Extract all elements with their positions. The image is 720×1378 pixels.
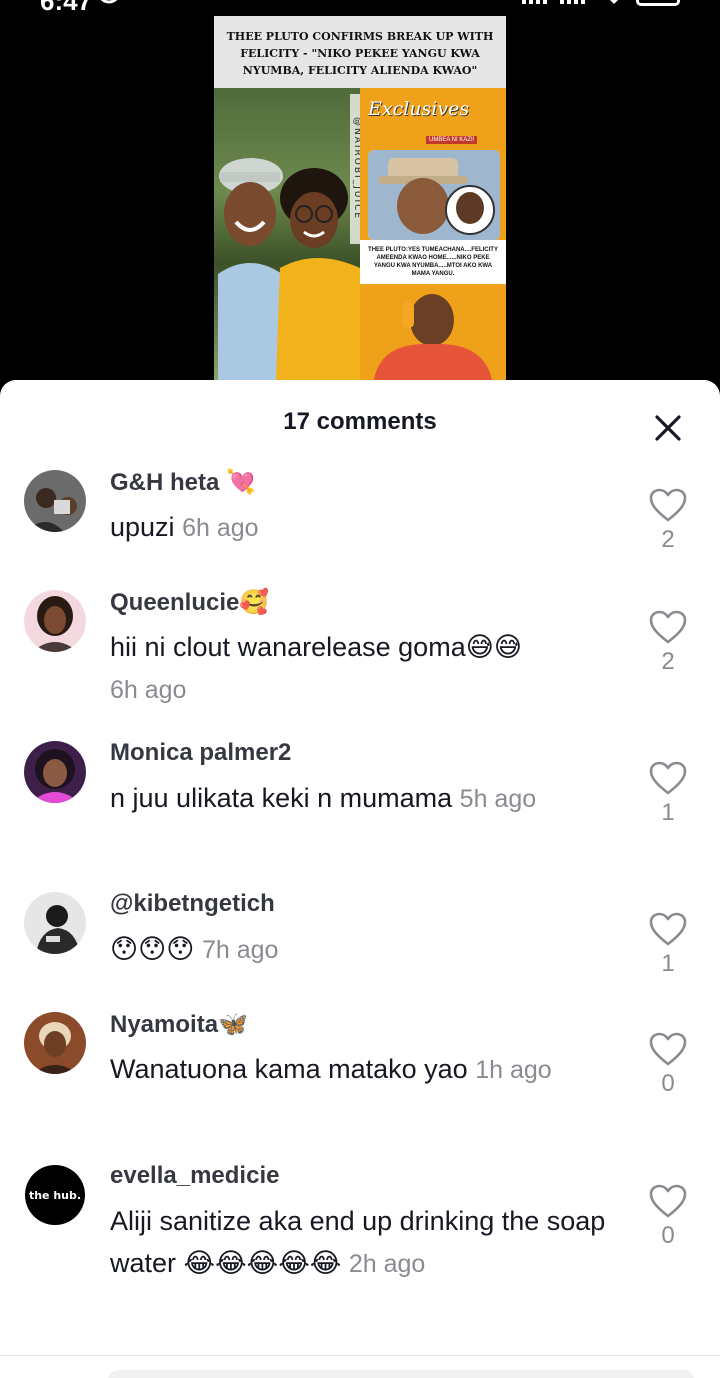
heart-outline-icon	[649, 1184, 687, 1218]
heart-ribbon-emoji: 💘	[226, 469, 256, 496]
comment-time: 6h ago	[182, 514, 259, 542]
comment-username[interactable]: Queenlucie🥰	[110, 588, 269, 617]
video-thumbnail[interactable]: THEE PLUTO CONFIRMS BREAK UP WITH FELICI…	[214, 16, 506, 380]
like-button[interactable]: 1	[648, 912, 688, 978]
like-button[interactable]: 2	[648, 610, 688, 676]
comments-sheet: 17 comments G&H heta 💘 upuzi 6h ago 2 Qu…	[0, 380, 720, 1378]
comment-username[interactable]: @kibetngetich	[110, 890, 275, 918]
heart-outline-icon	[649, 761, 687, 795]
heart-outline-icon	[649, 912, 687, 946]
butterfly-emoji: 🦋	[218, 1011, 248, 1038]
avatar[interactable]	[24, 470, 86, 532]
person-cap-illustration	[218, 158, 284, 380]
status-bar: 6:47	[0, 0, 720, 14]
signal-icon	[522, 0, 547, 4]
man-hat-photo	[368, 150, 500, 240]
news-graphic: Exclusives UMBEA NI KAZI! THEE PLUTO:YES…	[360, 88, 506, 380]
comment-text: Wanatuona kama matako yao 1h ago	[110, 1054, 552, 1084]
comment-time: 6h ago	[110, 676, 187, 704]
avatar[interactable]: the hub.	[24, 1164, 86, 1226]
heart-outline-icon	[649, 1032, 687, 1066]
smiling-hearts-emoji: 🥰	[239, 589, 270, 616]
comment-input[interactable]	[108, 1370, 694, 1378]
man-phone-illustration	[374, 294, 492, 380]
comment-time: 7h ago	[201, 936, 279, 964]
whatsapp-icon	[100, 0, 118, 4]
man-hat-illustration	[368, 150, 500, 240]
comment-text: Aliji sanitize aka end up drinking the s…	[110, 1206, 606, 1278]
avatar[interactable]	[24, 1012, 86, 1074]
like-count: 2	[661, 526, 675, 553]
heart-outline-icon	[649, 488, 687, 522]
like-button[interactable]: 0	[648, 1184, 688, 1250]
wifi-icon	[610, 0, 618, 4]
sweat-smile-emoji: 😅😅	[465, 632, 523, 662]
comment-username[interactable]: Monica palmer2	[110, 739, 291, 767]
comment-username[interactable]: G&H heta 💘	[110, 468, 256, 497]
clock: 6:47	[40, 0, 92, 14]
heart-outline-icon	[649, 610, 687, 644]
joy-emoji: 😂😂😂😂😂	[183, 1248, 342, 1278]
comment-text: 😯😯😯 7h ago	[110, 928, 630, 971]
brand-tagline: UMBEA NI KAZI!	[426, 136, 478, 144]
like-button[interactable]: 0	[648, 1032, 688, 1098]
like-count: 0	[661, 1070, 675, 1097]
like-count: 2	[661, 648, 675, 675]
couple-photo	[214, 88, 360, 380]
comment-username[interactable]: Nyamoita🦋	[110, 1010, 248, 1039]
comment-time: 2h ago	[348, 1250, 426, 1278]
signal-icon-2	[560, 0, 585, 4]
close-icon[interactable]	[652, 412, 684, 444]
avatar[interactable]	[24, 892, 86, 954]
like-count: 1	[661, 950, 675, 977]
like-button[interactable]: 1	[648, 761, 688, 827]
comment-time: 1h ago	[475, 1056, 552, 1084]
video-headline: THEE PLUTO CONFIRMS BREAK UP WITH FELICI…	[214, 16, 506, 88]
avatar[interactable]	[24, 590, 86, 652]
divider	[0, 1355, 720, 1356]
comment-text: hii ni clout wanarelease goma😅😅 6h ago	[110, 632, 523, 704]
avatar-text: the hub.	[29, 1189, 81, 1202]
quote-box: THEE PLUTO:YES TUMEACHANA....FELICITY AM…	[360, 240, 506, 284]
comment-time: 5h ago	[459, 785, 537, 813]
comments-count-title: 17 comments	[283, 408, 437, 435]
battery-icon	[636, 0, 680, 6]
like-count: 1	[661, 799, 675, 826]
comment-username[interactable]: evella_medicie	[110, 1162, 279, 1190]
like-button[interactable]: 2	[648, 488, 688, 554]
the-hub-logo: the hub.	[25, 1165, 85, 1225]
comment-text: n juu ulikata keki n mumama 5h ago	[110, 783, 537, 813]
person-glasses-illustration	[276, 168, 360, 380]
comment-text: upuzi 6h ago	[110, 512, 259, 542]
brand-logo: Exclusives	[368, 98, 470, 120]
avatar[interactable]	[24, 741, 86, 803]
like-count: 0	[661, 1222, 675, 1249]
astonished-emoji: 😯😯😯	[110, 934, 195, 964]
